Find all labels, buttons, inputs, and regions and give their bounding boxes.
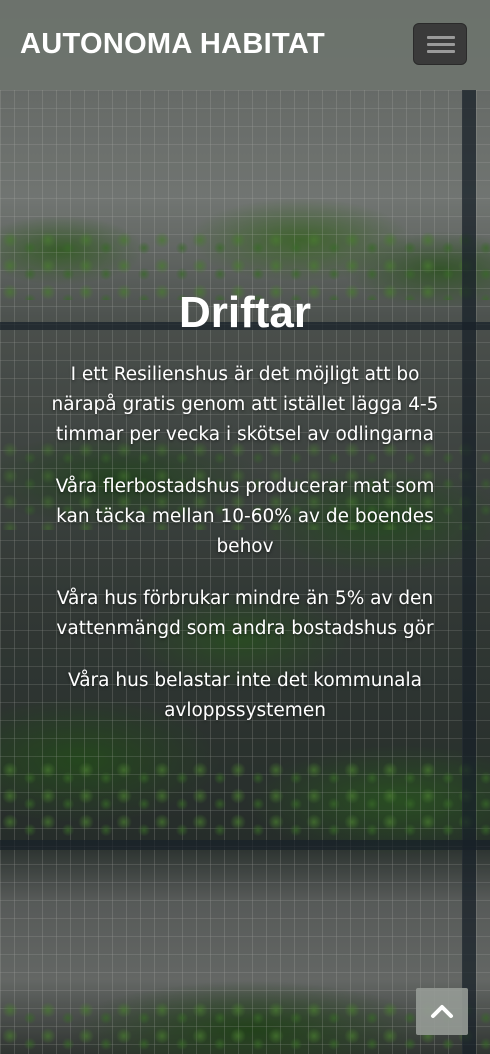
chevron-up-icon xyxy=(431,1005,453,1018)
hamburger-menu-icon xyxy=(427,36,455,39)
page-title: Driftar xyxy=(178,288,312,337)
hamburger-menu-icon xyxy=(427,43,455,46)
hero-paragraph: I ett Resilienshus är det möjligt att bo… xyxy=(51,364,439,445)
brand-logo-link[interactable]: AUTONOMA HABITAT xyxy=(20,28,325,61)
hero-content: Driftar I ett Resilienshus är det möjlig… xyxy=(40,288,450,748)
menu-toggle-button[interactable] xyxy=(413,23,467,65)
hero-paragraph: Våra flerbostadshus producerar mat som k… xyxy=(55,476,435,557)
scroll-to-top-button[interactable] xyxy=(416,988,468,1035)
top-navbar: AUTONOMA HABITAT xyxy=(0,0,490,90)
hamburger-menu-icon xyxy=(427,50,455,53)
hero-paragraph: Våra hus förbrukar mindre än 5% av den v… xyxy=(56,588,434,639)
hero-paragraph: Våra hus belastar inte det kommunala avl… xyxy=(68,670,422,721)
